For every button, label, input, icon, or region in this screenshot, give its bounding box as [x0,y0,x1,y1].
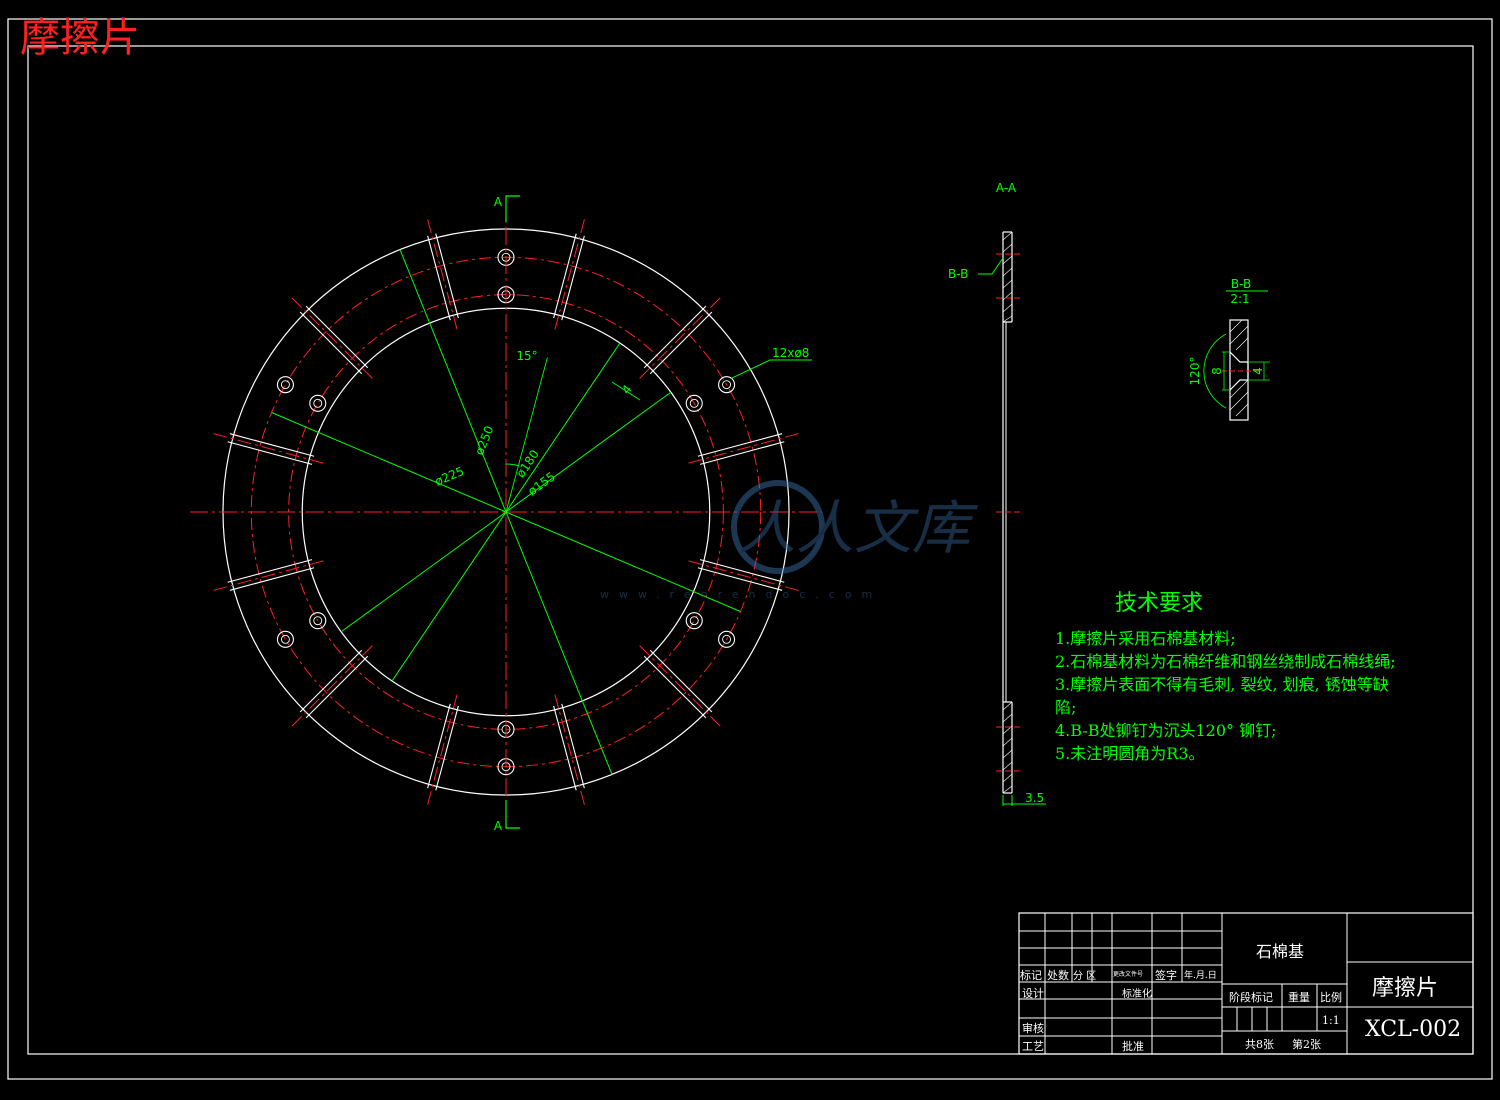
dim-d180: ø180 [513,447,542,480]
tb-hdr-sign: 签字 [1155,969,1177,982]
tech-line: 陷; [1055,698,1077,717]
tb-process: 工艺 [1022,1040,1044,1053]
tech-requirements: 技术要求 1.摩擦片采用石棉基材料; 2.石棉基材料为石棉纤维和钢丝绕制成石棉线… [1055,585,1396,765]
detail-ref-label: B-B [948,267,968,281]
dim-d225: ø225 [433,464,466,489]
detail-view-bb: B-B 2:1 4 8 120° [1188,277,1270,421]
cut-marker-bottom [505,800,520,829]
cut-marker-top [505,195,520,222]
rivet-hole [685,612,703,630]
detail-d8: 8 [1210,367,1224,375]
tb-hdr-date: 年.月.日 [1184,971,1217,981]
groove-edge [305,305,369,369]
tb-scale-label: 比例 [1320,991,1342,1004]
tb-weight: 重量 [1288,991,1310,1004]
thickness-dim: 3.5 [1025,791,1044,805]
groove-edge [299,649,363,713]
rivet-hole-inner [313,398,323,408]
groove-edge [561,235,585,321]
groove-edge [305,655,369,719]
angle-arc [505,463,519,467]
groove-edge [227,441,313,465]
tb-hdr-mark: 标记 [1020,969,1042,982]
groove-edge [643,655,707,719]
detail-title: B-B [1231,277,1251,291]
watermark: 人人文库 www.renrendoc.com [600,480,978,601]
rivet-hole-inner [280,634,290,644]
tb-approve: 批准 [1122,1040,1144,1053]
svg-text:人人文库: 人人文库 [738,494,978,562]
tb-standard: 标准化 [1122,989,1152,1000]
groove-centerline [291,297,374,380]
groove-edge [649,649,713,713]
page-title: 摩擦片 [20,15,140,61]
tb-drawing-no: XCL-002 [1365,1017,1462,1042]
rivet-hole-inner [689,616,699,626]
groove-edge [643,305,707,369]
tb-hdr-docno: 更改文件号 [1113,971,1144,978]
dim-angle15: 15° [516,349,537,363]
detail-scale: 2:1 [1230,292,1249,306]
rivet-hole [276,376,294,394]
rivet-hole-inner [280,380,290,390]
groove-edge [553,705,577,791]
dim-d250: ø250 [472,424,496,457]
tb-check: 审核 [1022,1022,1044,1035]
groove-centerline [638,297,721,380]
tech-heading: 技术要求 [1115,591,1204,616]
front-view: AAø250ø225 ø180ø15515°412xø8 [190,195,822,833]
tb-material: 石棉基 [1256,942,1305,961]
tech-line: 5.未注明圆角为R3。 [1055,744,1205,763]
groove-edge [299,311,363,375]
svg-text:www.renrendoc.com: www.renrendoc.com [600,588,882,601]
holes-leader [730,359,812,380]
section-label: A-A [996,181,1017,195]
cut-label-bottom: A [494,819,503,833]
groove-edge [649,311,713,375]
tb-hdr-count: 处数 [1047,969,1069,982]
tb-sheet-no: 第2张 [1292,1038,1321,1051]
cut-label-top: A [494,195,503,209]
tech-line: 4.B-B处铆钉为沉头120° 铆钉; [1055,721,1277,740]
dim-holes: 12xø8 [772,346,809,360]
tb-scale-value: 1:1 [1322,1014,1340,1027]
tb-hdr-zone: 分 区 [1073,971,1097,982]
groove-edge [229,433,315,457]
tb-stage: 阶段标记 [1229,991,1273,1004]
rivet-hole [309,394,327,412]
tech-line: 2.石棉基材料为石棉纤维和钢丝绕制成石棉线绳; [1055,652,1396,671]
groove-centerline [291,644,374,727]
rivet-hole [276,630,294,648]
dim-d155: ø155 [525,469,558,498]
tech-line: 1.摩擦片采用石棉基材料; [1055,629,1236,648]
cad-drawing: A Aø250ø225 ø180ø155 15° 4 12xø8 A-A B-B 3.5… [7,18,1493,1080]
tb-design: 设计 [1022,987,1044,1000]
groove-edge [435,233,459,319]
tb-part-name: 摩擦片 [1372,976,1439,1001]
detail-angle: 120° [1188,357,1202,386]
groove-centerline [638,644,721,727]
tech-line: 3.摩擦片表面不得有毛刺, 裂纹, 划痕, 锈蚀等缺 [1055,675,1389,694]
tb-sheets-total: 共8张 [1245,1038,1274,1051]
detail-d4: 4 [1251,367,1265,375]
